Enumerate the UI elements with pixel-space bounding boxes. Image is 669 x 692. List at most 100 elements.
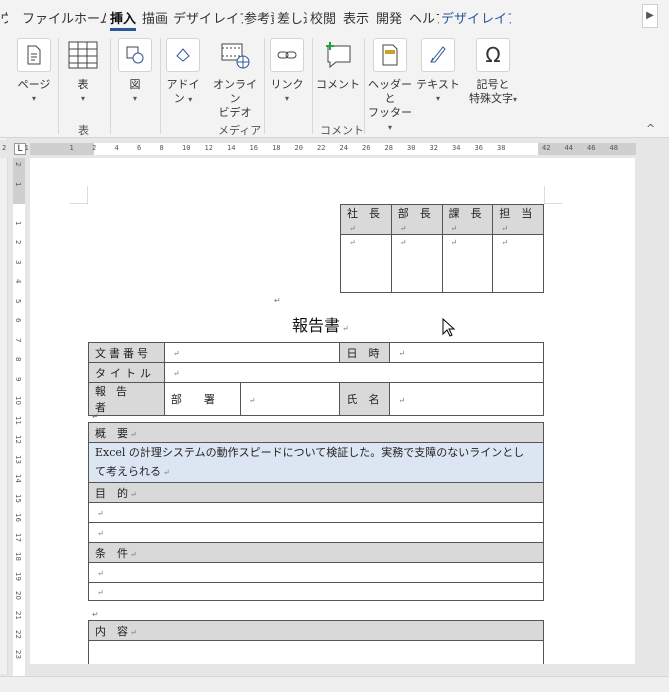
omega-icon: Ω: [476, 38, 510, 72]
status-bar: [0, 676, 669, 692]
conditions-line-2[interactable]: ↵: [88, 582, 544, 601]
vruler-number: 2: [14, 162, 22, 167]
conditions-line-1[interactable]: ↵: [88, 562, 544, 583]
header-footer-button[interactable]: ヘッダーと フッター ▾: [366, 38, 414, 135]
name-value[interactable]: ↵: [389, 382, 544, 416]
date-value[interactable]: ↵: [389, 342, 544, 363]
online-video-label-1: オンライン: [213, 78, 257, 105]
approval-stamp-cell[interactable]: ↵: [340, 234, 392, 293]
empty-paragraph[interactable]: ↵: [90, 408, 99, 422]
tab-help[interactable]: ヘルプ: [409, 8, 439, 27]
link-button[interactable]: リンク ▾: [268, 38, 306, 106]
vruler-number: 10: [14, 396, 22, 405]
tab-review[interactable]: 校閲: [310, 8, 336, 27]
vruler-number: 17: [14, 532, 22, 542]
tab-developer[interactable]: 開発: [376, 8, 402, 27]
tab-home[interactable]: ホーム: [74, 8, 106, 27]
content-body[interactable]: [88, 640, 544, 664]
doc-number-label: 文書番号: [88, 342, 165, 363]
collapse-ribbon-button[interactable]: ^: [646, 122, 655, 135]
dept-value[interactable]: ↵: [239, 382, 341, 416]
vertical-ruler[interactable]: 2 1 1 2 3 4 5 6 7 8 9 10 11 12 13 14 15 16 17 18 19 20 21 22 23: [10, 158, 28, 678]
vruler-number: 5: [14, 298, 22, 303]
tab-cut-off[interactable]: ウ: [0, 8, 8, 27]
horizontal-ruler[interactable]: L 2 1 1 2 4 6 8 10 12 14 16 18 20 22 24 26 28 30 32 34 36 38 4…: [0, 140, 669, 158]
doc-number-value[interactable]: ↵: [163, 342, 341, 363]
ruler-number: 14: [227, 144, 236, 152]
approval-stamp-cell[interactable]: ↵: [390, 234, 443, 293]
comment-label: コメント: [316, 78, 360, 91]
tab-design[interactable]: デザイン: [173, 8, 213, 27]
approval-header-president: 社 長↵: [340, 204, 392, 235]
vruler-number: 1: [14, 181, 22, 186]
shapes-icon: [118, 38, 152, 72]
empty-paragraph[interactable]: ↵: [272, 292, 281, 306]
tab-table-design[interactable]: デザイン: [441, 8, 481, 27]
ruler-number: 36: [474, 144, 483, 152]
online-video-button[interactable]: オンライン ビデオ: [208, 38, 262, 120]
subject-value[interactable]: ↵: [163, 362, 545, 383]
link-icon: [270, 38, 304, 72]
ruler-number: 44: [564, 144, 573, 152]
ruler-margin-left: [30, 143, 94, 155]
tab-layout[interactable]: レイアウト: [213, 8, 243, 27]
table-button[interactable]: 表 ▾: [64, 38, 102, 106]
tab-scroll-right-button[interactable]: ▶: [642, 4, 658, 28]
ruler-number: 2: [92, 144, 97, 152]
ruler-number: 46: [587, 144, 596, 152]
picture-label: 図: [129, 78, 141, 91]
table-icon: [66, 38, 100, 72]
ruler-number: 48: [609, 144, 618, 152]
ribbon-separator: [312, 38, 313, 134]
ruler-number: 34: [452, 144, 461, 152]
page-button[interactable]: ページ ▾: [12, 38, 56, 106]
tab-references[interactable]: 参考資料: [244, 8, 274, 27]
ruler-number: 28: [384, 144, 393, 152]
group-label-comment: コメント: [320, 124, 364, 137]
addins-label-1: アドイ: [166, 78, 200, 91]
ruler-number: 1: [24, 144, 29, 152]
document-page[interactable]: 社 長↵ 部 長↵ 課 長↵ 担 当↵ ↵ ↵ ↵ ↵ 報告書 ↵ 文書番号 ↵ …: [30, 158, 635, 664]
vertical-scrollbar[interactable]: [635, 158, 669, 676]
header-footer-icon: [373, 38, 407, 72]
conditions-label: 条 件 ↵: [88, 542, 544, 563]
document-title[interactable]: 報告書 ↵: [292, 312, 349, 336]
info-table: 文書番号 ↵ 日 時 ↵ タイトル ↵ 報告者 部 署 ↵ 氏 名 ↵: [88, 342, 545, 416]
textbox-button[interactable]: テキスト ▾: [416, 38, 460, 106]
addins-button[interactable]: アドイ ン ▾: [164, 38, 202, 107]
comment-button[interactable]: コメント: [316, 38, 360, 92]
vruler-number: 18: [14, 552, 22, 561]
symbols-label-1: 記号と: [476, 78, 510, 91]
online-video-label-2: ビデオ: [218, 106, 252, 119]
symbols-button[interactable]: Ω 記号と 特殊文字▾: [462, 38, 524, 107]
tab-view[interactable]: 表示: [343, 8, 369, 27]
vruler-number: 16: [14, 513, 22, 522]
empty-paragraph[interactable]: ↵: [90, 606, 99, 620]
new-comment-icon: [321, 38, 355, 72]
symbols-label-2: 特殊文字: [468, 92, 513, 105]
tab-table-layout[interactable]: レイアウト: [481, 8, 511, 27]
vruler-number: 2: [14, 240, 22, 245]
ruler-number: 30: [407, 144, 416, 152]
approval-header-section-head: 課 長↵: [441, 204, 494, 235]
ribbon-separator: [160, 38, 161, 134]
summary-text[interactable]: Excel の計理システムの動作スピードについて検証した。実務で支障のないライン…: [88, 442, 544, 483]
content-table: 内 容 ↵: [88, 620, 544, 664]
ribbon: ページ ▾ 表 ▾ 表 図 ▾ アドイ ン ▾ オンライン ビデオ メディア リ…: [0, 34, 669, 138]
tab-draw[interactable]: 描画: [142, 8, 168, 27]
report-body-table: 概 要 ↵ Excel の計理システムの動作スピードについて検証した。実務で支障の…: [88, 422, 544, 601]
tab-file[interactable]: ファイル: [22, 8, 74, 27]
vruler-number: 13: [14, 454, 22, 464]
reporter-label: 報告者: [88, 382, 165, 416]
approval-stamp-cell[interactable]: ↵: [441, 234, 494, 293]
picture-button[interactable]: 図 ▾: [116, 38, 154, 106]
vruler-number: 22: [14, 630, 22, 639]
tab-mailings[interactable]: 差し込み文書: [277, 8, 307, 27]
approval-stamp-cell[interactable]: ↵: [492, 234, 544, 293]
table-caret: ▾: [80, 94, 85, 103]
purpose-line-2[interactable]: ↵: [88, 522, 544, 543]
purpose-line-1[interactable]: ↵: [88, 502, 544, 523]
tab-insert[interactable]: 挿入: [110, 8, 136, 27]
dept-label: 部 署: [163, 382, 241, 416]
vruler-number: 20: [14, 591, 22, 600]
